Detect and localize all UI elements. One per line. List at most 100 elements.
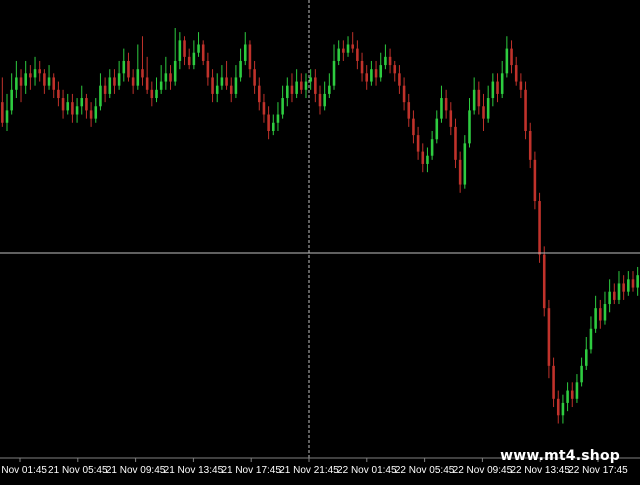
bull-candle[interactable] bbox=[286, 85, 289, 99]
bear-candle[interactable] bbox=[145, 77, 149, 90]
bear-candle[interactable] bbox=[351, 44, 354, 49]
bull-candle[interactable] bbox=[155, 89, 158, 99]
bear-candle[interactable] bbox=[314, 77, 317, 94]
bull-candle[interactable] bbox=[304, 81, 308, 90]
bear-candle[interactable] bbox=[253, 69, 256, 86]
bull-candle[interactable] bbox=[192, 52, 196, 66]
bear-candle[interactable] bbox=[169, 73, 172, 82]
price-chart[interactable]: 1 Nov 01:4521 Nov 05:4521 Nov 09:4521 No… bbox=[0, 0, 640, 480]
bull-candle[interactable] bbox=[426, 155, 429, 164]
bull-candle[interactable] bbox=[463, 143, 467, 185]
bull-candle[interactable] bbox=[486, 98, 490, 119]
bull-candle[interactable] bbox=[136, 69, 140, 86]
bear-candle[interactable] bbox=[407, 102, 411, 119]
bear-candle[interactable] bbox=[622, 283, 625, 292]
bear-candle[interactable] bbox=[444, 98, 448, 111]
bear-candle[interactable] bbox=[547, 308, 551, 366]
bear-candle[interactable] bbox=[458, 159, 462, 185]
bear-candle[interactable] bbox=[211, 77, 214, 94]
bear-candle[interactable] bbox=[229, 85, 233, 94]
bull-candle[interactable] bbox=[47, 77, 51, 86]
bear-candle[interactable] bbox=[388, 56, 392, 66]
bear-candle[interactable] bbox=[187, 56, 191, 66]
bull-candle[interactable] bbox=[215, 85, 219, 94]
bear-candle[interactable] bbox=[52, 77, 56, 90]
bear-candle[interactable] bbox=[103, 85, 107, 94]
bull-candle[interactable] bbox=[584, 349, 588, 366]
bear-candle[interactable] bbox=[416, 135, 420, 152]
bear-candle[interactable] bbox=[225, 77, 228, 86]
bull-candle[interactable] bbox=[80, 98, 84, 107]
bull-candle[interactable] bbox=[164, 73, 168, 82]
bear-candle[interactable] bbox=[113, 77, 116, 86]
bear-candle[interactable] bbox=[482, 106, 485, 119]
bear-candle[interactable] bbox=[71, 102, 74, 115]
bull-candle[interactable] bbox=[500, 73, 504, 94]
bull-candle[interactable] bbox=[430, 139, 434, 156]
bear-candle[interactable] bbox=[290, 85, 294, 94]
bear-candle[interactable] bbox=[61, 98, 65, 111]
bull-candle[interactable] bbox=[491, 81, 495, 99]
bull-candle[interactable] bbox=[328, 85, 331, 94]
bull-candle[interactable] bbox=[243, 44, 247, 61]
bear-candle[interactable] bbox=[402, 85, 406, 103]
bull-candle[interactable] bbox=[117, 73, 121, 86]
bear-candle[interactable] bbox=[267, 114, 270, 131]
bear-candle[interactable] bbox=[613, 291, 616, 300]
bull-candle[interactable] bbox=[440, 98, 443, 119]
candlestick-chart-svg[interactable]: 1 Nov 01:4521 Nov 05:4521 Nov 09:4521 No… bbox=[0, 0, 640, 480]
bull-candle[interactable] bbox=[15, 77, 18, 90]
bull-candle[interactable] bbox=[173, 60, 177, 82]
bull-candle[interactable] bbox=[75, 106, 79, 115]
bull-candle[interactable] bbox=[272, 122, 275, 131]
bear-candle[interactable] bbox=[85, 98, 88, 111]
bull-candle[interactable] bbox=[332, 60, 336, 86]
bull-candle[interactable] bbox=[108, 77, 112, 94]
bear-candle[interactable] bbox=[43, 73, 46, 86]
bear-candle[interactable] bbox=[393, 65, 397, 74]
bear-candle[interactable] bbox=[510, 48, 513, 66]
bull-candle[interactable] bbox=[337, 48, 340, 61]
bull-candle[interactable] bbox=[33, 69, 37, 78]
bull-candle[interactable] bbox=[234, 77, 238, 94]
bear-candle[interactable] bbox=[19, 77, 23, 86]
bull-candle[interactable] bbox=[627, 279, 630, 292]
bull-candle[interactable] bbox=[505, 48, 509, 74]
bull-candle[interactable] bbox=[197, 44, 200, 53]
bear-candle[interactable] bbox=[300, 81, 303, 90]
bear-candle[interactable] bbox=[141, 69, 144, 78]
bull-candle[interactable] bbox=[580, 365, 583, 383]
bear-candle[interactable] bbox=[496, 81, 499, 94]
bull-candle[interactable] bbox=[561, 402, 565, 416]
bull-candle[interactable] bbox=[159, 81, 163, 90]
bull-candle[interactable] bbox=[472, 89, 476, 111]
bear-candle[interactable] bbox=[127, 60, 130, 78]
bull-candle[interactable] bbox=[384, 56, 387, 66]
bear-candle[interactable] bbox=[374, 69, 378, 78]
bear-candle[interactable] bbox=[89, 110, 93, 119]
bear-candle[interactable] bbox=[1, 102, 4, 123]
bear-candle[interactable] bbox=[556, 398, 560, 416]
bear-candle[interactable] bbox=[599, 308, 602, 321]
bear-candle[interactable] bbox=[542, 254, 546, 309]
bull-candle[interactable] bbox=[122, 60, 126, 74]
bear-candle[interactable] bbox=[538, 201, 541, 255]
bear-candle[interactable] bbox=[57, 89, 60, 99]
bull-candle[interactable] bbox=[435, 118, 439, 140]
bear-candle[interactable] bbox=[570, 390, 574, 399]
bear-candle[interactable] bbox=[183, 40, 186, 57]
bear-candle[interactable] bbox=[454, 126, 457, 160]
bull-candle[interactable] bbox=[636, 275, 639, 288]
bear-candle[interactable] bbox=[365, 73, 368, 82]
bear-candle[interactable] bbox=[631, 279, 635, 288]
bull-candle[interactable] bbox=[10, 89, 13, 111]
bull-candle[interactable] bbox=[99, 85, 102, 107]
bull-candle[interactable] bbox=[281, 98, 284, 115]
bull-candle[interactable] bbox=[346, 44, 350, 53]
bear-candle[interactable] bbox=[398, 73, 401, 86]
bull-candle[interactable] bbox=[24, 73, 27, 86]
bear-candle[interactable] bbox=[257, 85, 261, 103]
bull-candle[interactable] bbox=[468, 110, 471, 144]
bull-candle[interactable] bbox=[220, 77, 224, 86]
bull-candle[interactable] bbox=[594, 308, 597, 329]
